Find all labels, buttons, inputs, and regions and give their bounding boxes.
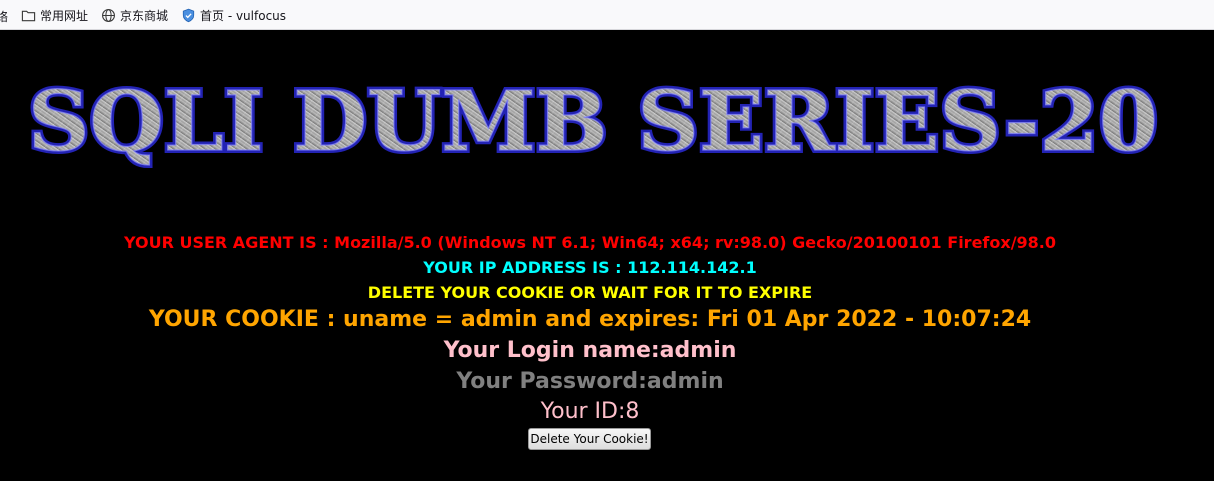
truncated-bookmark-label[interactable]: 络 xyxy=(0,8,8,25)
bookmark-folder-common-sites[interactable]: 常用网址 xyxy=(18,5,91,25)
delete-cookie-message: DELETE YOUR COOKIE OR WAIT FOR IT TO EXP… xyxy=(367,283,813,302)
delete-cookie-button[interactable]: Delete Your Cookie! xyxy=(528,428,651,450)
bookmark-label: 常用网址 xyxy=(40,8,89,23)
globe-icon xyxy=(101,8,116,23)
ip-address-text: YOUR IP ADDRESS IS : 112.114.142.1 xyxy=(423,258,757,277)
user-agent-text: YOUR USER AGENT IS : Mozilla/5.0 (Window… xyxy=(123,233,1057,252)
bookmarks-toolbar: 络 常用网址 京东商城 首页 - vulfocus xyxy=(0,0,1214,30)
sqli-banner-image: SQLI DUMB SERIES-20 SQLI DUMB SERIES-20 xyxy=(18,70,1168,170)
user-id-text: Your ID:8 xyxy=(540,399,640,424)
bookmark-label: 首页 - vulfocus xyxy=(200,8,287,23)
bookmark-vulfocus-home[interactable]: 首页 - vulfocus xyxy=(178,5,289,25)
cookie-info-text: YOUR COOKIE : uname = admin and expires:… xyxy=(148,307,1032,332)
password-text: Your Password:admin xyxy=(456,369,724,394)
shield-icon xyxy=(181,8,196,23)
bookmark-label: 京东商城 xyxy=(120,8,169,23)
login-name-text: Your Login name:admin xyxy=(443,338,737,363)
banner-title-highlight: SQLI DUMB SERIES-20 xyxy=(28,74,1158,170)
folder-icon xyxy=(21,8,36,23)
bookmark-jd-mall[interactable]: 京东商城 xyxy=(98,5,171,25)
